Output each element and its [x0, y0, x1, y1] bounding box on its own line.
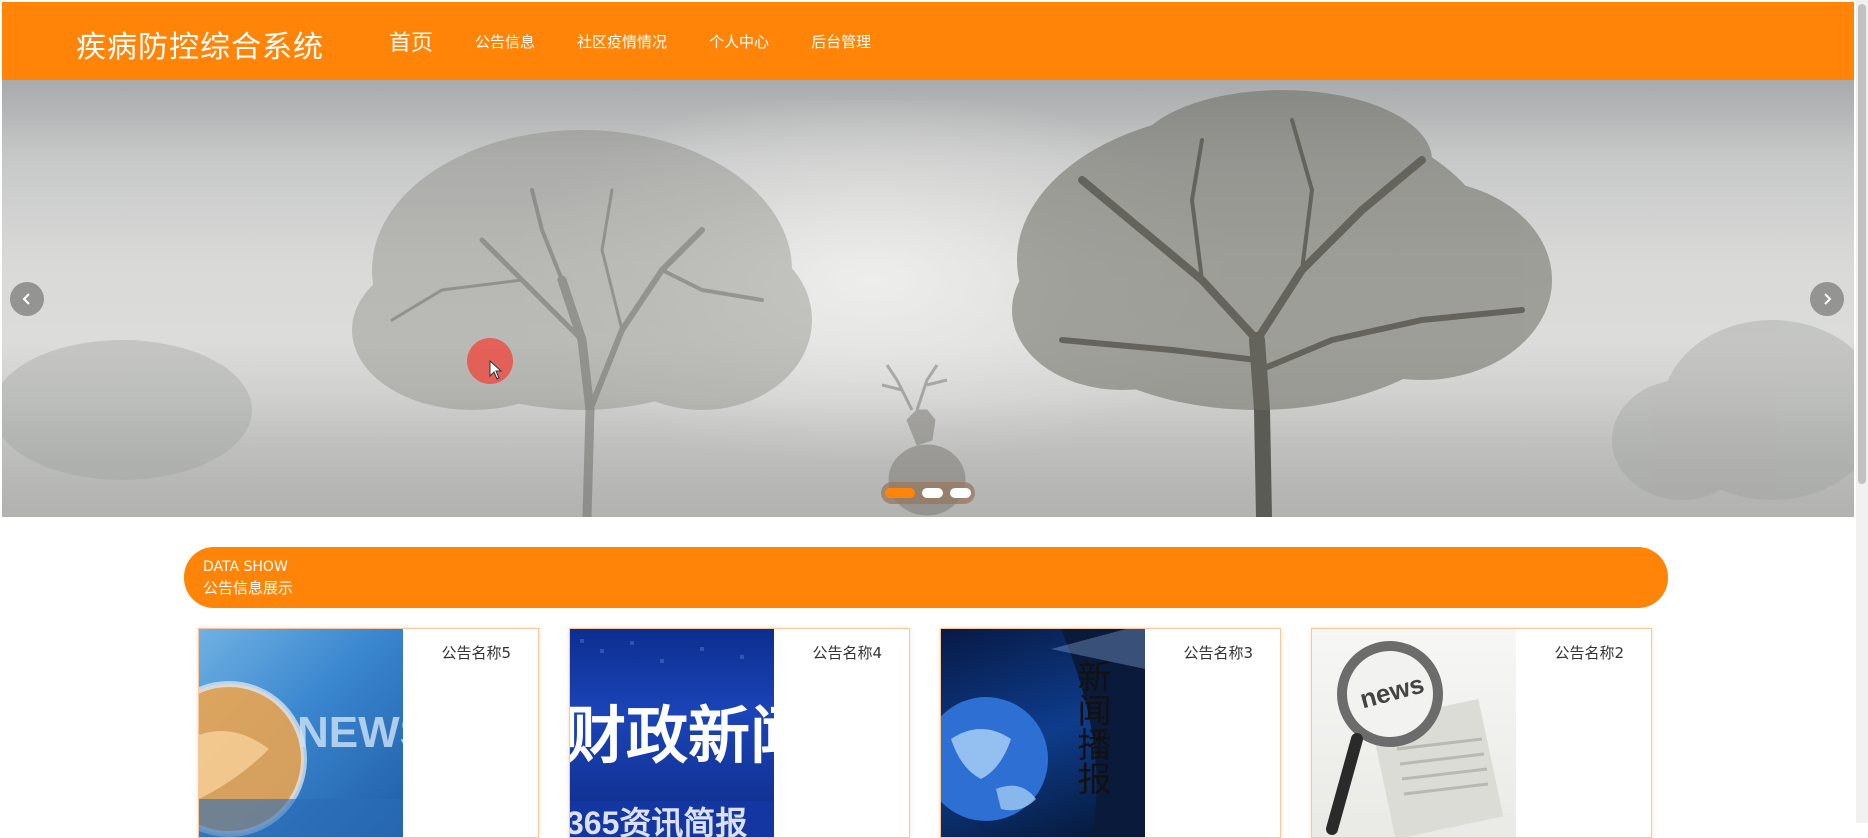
section-title-en: DATA SHOW [203, 559, 288, 575]
announcement-card-list: NEWS 公告名称5 财政新闻 365资讯简报 公告名称4 [198, 628, 1658, 838]
carousel-slide-image [2, 90, 1854, 517]
cursor-arrow-icon [489, 360, 503, 380]
chevron-right-icon [1824, 293, 1832, 305]
svg-text:NEWS: NEWS [297, 708, 403, 757]
magnifier-news-image: news [1326, 641, 1504, 837]
nav-item-admin[interactable]: 后台管理 [811, 31, 871, 52]
chevron-left-icon [22, 293, 30, 305]
carousel-dot-2[interactable] [922, 488, 943, 498]
svg-text:365资讯简报: 365资讯简报 [570, 805, 747, 838]
scrollbar-thumb[interactable] [1858, 4, 1866, 484]
main-nav: 首页 公告信息 社区疫情情况 个人中心 后台管理 [389, 2, 913, 80]
carousel-indicators [881, 482, 975, 504]
card-thumbnail: 财政新闻 365资讯简报 [570, 629, 774, 838]
card-title: 公告名称2 [1554, 644, 1624, 662]
card-title: 公告名称3 [1183, 644, 1253, 662]
data-show-banner: DATA SHOW 公告信息展示 [184, 547, 1668, 608]
top-navbar: 疾病防控综合系统 首页 公告信息 社区疫情情况 个人中心 后台管理 [2, 2, 1854, 80]
nav-item-personal-center[interactable]: 个人中心 [709, 31, 769, 52]
card-thumbnail: news [1312, 629, 1516, 837]
nav-item-community-epidemic[interactable]: 社区疫情情况 [577, 31, 667, 52]
site-title[interactable]: 疾病防控综合系统 [76, 22, 324, 66]
hero-carousel [2, 80, 1854, 517]
left-tree-canopy [352, 130, 812, 410]
carousel-next-button[interactable] [1810, 282, 1844, 316]
news-globe-image: NEWS [199, 681, 403, 837]
carousel-prev-button[interactable] [10, 282, 44, 316]
page-scrollbar[interactable] [1856, 0, 1868, 823]
nav-item-home[interactable]: 首页 [389, 25, 433, 57]
section-title-cn: 公告信息展示 [203, 579, 294, 597]
card-thumbnail: 新闻播报 [941, 629, 1145, 837]
announcement-card[interactable]: NEWS 公告名称5 [198, 628, 539, 838]
right-tree-canopy [1012, 90, 1552, 410]
carousel-dot-1[interactable] [885, 488, 915, 498]
finance-news-image: 财政新闻 365资讯简报 [570, 639, 774, 838]
carousel-dot-3[interactable] [950, 488, 971, 498]
announcement-card[interactable]: news 公告名称2 [1311, 628, 1652, 838]
announcement-card[interactable]: 财政新闻 365资讯简报 公告名称4 [569, 628, 910, 838]
mouse-cursor-highlight [467, 338, 513, 384]
svg-text:财政新闻: 财政新闻 [570, 702, 774, 771]
news-broadcast-image: 新闻播报 [941, 629, 1145, 837]
card-title: 公告名称4 [812, 644, 882, 662]
nav-item-announcements[interactable]: 公告信息 [475, 31, 535, 52]
svg-text:新闻播报: 新闻播报 [1071, 659, 1111, 795]
card-title: 公告名称5 [441, 644, 511, 662]
announcement-card[interactable]: 新闻播报 公告名称3 [940, 628, 1281, 838]
card-thumbnail: NEWS [199, 629, 403, 837]
